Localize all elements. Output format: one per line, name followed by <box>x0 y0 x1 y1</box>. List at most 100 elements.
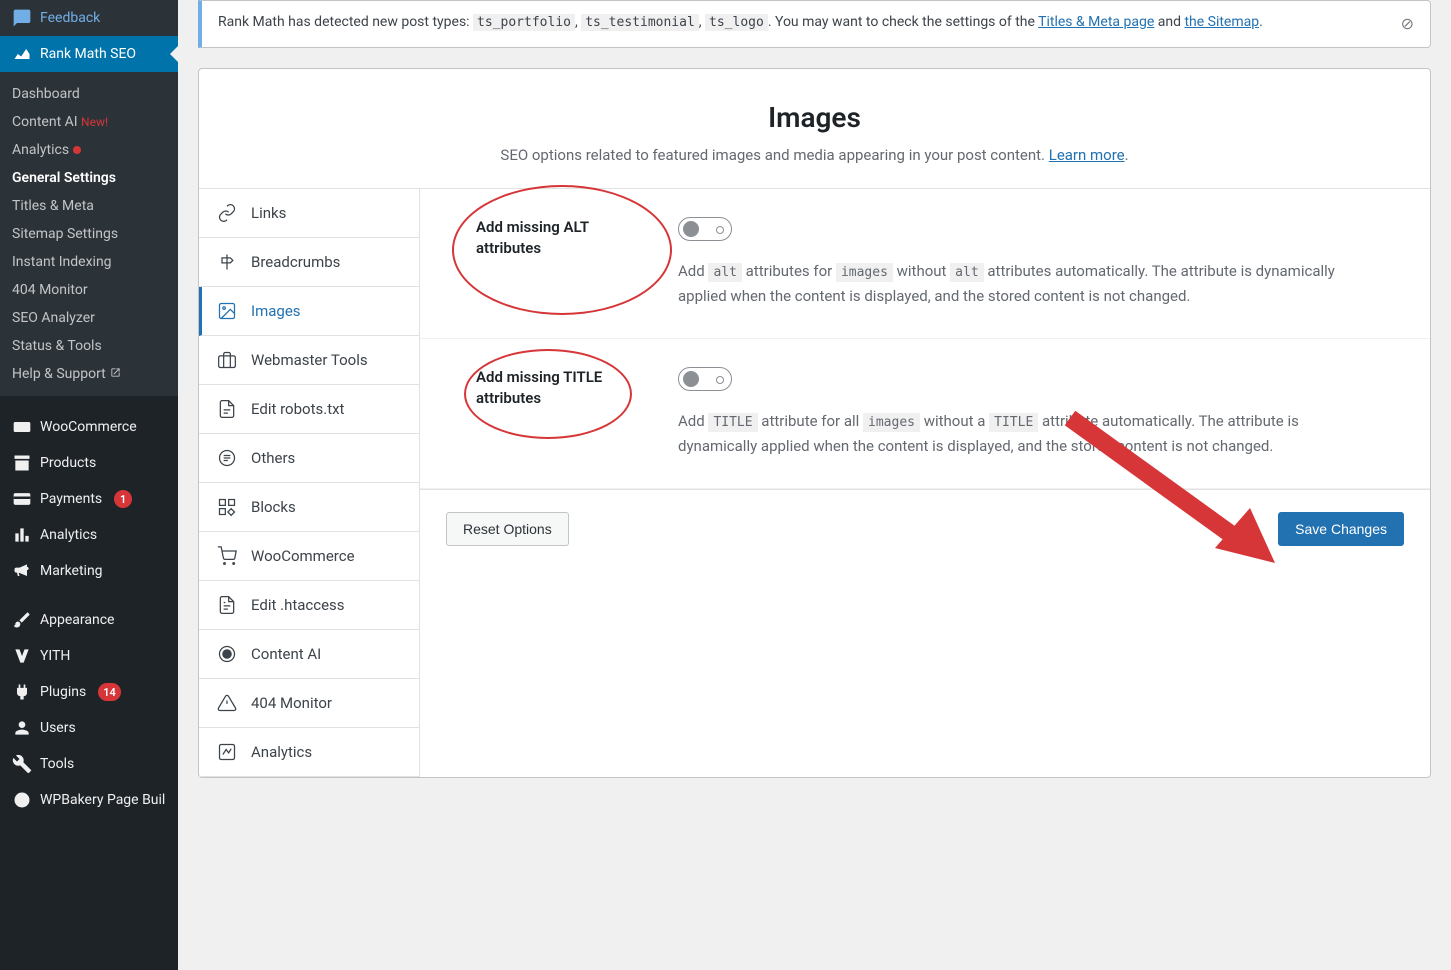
toggle-title-attributes[interactable] <box>678 367 732 391</box>
sidebar-item-appearance[interactable]: Appearance <box>0 602 178 638</box>
list-icon <box>217 448 237 468</box>
trending-up-icon <box>217 742 237 762</box>
submenu-status-tools[interactable]: Status & Tools <box>0 332 178 360</box>
toggle-alt-attributes[interactable] <box>678 217 732 241</box>
reset-options-button[interactable]: Reset Options <box>446 512 569 546</box>
tab-label: 404 Monitor <box>251 694 332 712</box>
tab-label: Blocks <box>251 498 296 516</box>
tab-content-ai[interactable]: Content AI <box>199 630 419 679</box>
sidebar-item-payments[interactable]: Payments 1 <box>0 481 178 517</box>
cart-icon <box>217 546 237 566</box>
sidebar-label: YITH <box>40 648 70 664</box>
new-badge: New! <box>81 115 108 129</box>
tab-htaccess[interactable]: Edit .htaccess <box>199 581 419 630</box>
learn-more-link[interactable]: Learn more <box>1049 146 1125 164</box>
megaphone-icon <box>12 561 32 581</box>
tab-label: Edit robots.txt <box>251 400 344 418</box>
setting-description: Add TITLE attribute for all images witho… <box>678 409 1374 460</box>
count-badge: 14 <box>98 683 121 701</box>
link-icon <box>217 203 237 223</box>
tab-webmaster[interactable]: Webmaster Tools <box>199 336 419 385</box>
briefcase-icon <box>217 350 237 370</box>
yith-icon <box>12 646 32 666</box>
setting-label: Add missing TITLE attributes <box>476 367 654 460</box>
tab-links[interactable]: Links <box>199 189 419 238</box>
ai-icon <box>217 644 237 664</box>
sidebar-label: Users <box>40 720 76 736</box>
submenu-sitemap[interactable]: Sitemap Settings <box>0 220 178 248</box>
settings-panel: Images SEO options related to featured i… <box>198 68 1431 778</box>
plug-icon <box>12 682 32 702</box>
titles-meta-link[interactable]: Titles & Meta page <box>1038 14 1154 30</box>
admin-notice: Rank Math has detected new post types: t… <box>198 0 1431 48</box>
sidebar-item-plugins[interactable]: Plugins 14 <box>0 674 178 710</box>
woocommerce-icon <box>12 417 32 437</box>
tab-content: Add missing ALT attributes Add alt attri… <box>420 189 1430 777</box>
sidebar-label: Marketing <box>40 563 103 579</box>
tab-robots[interactable]: Edit robots.txt <box>199 385 419 434</box>
blocks-icon <box>217 497 237 517</box>
sidebar-item-products[interactable]: Products <box>0 445 178 481</box>
submenu-general-settings[interactable]: General Settings <box>0 164 178 192</box>
alert-triangle-icon <box>217 693 237 713</box>
tab-blocks[interactable]: Blocks <box>199 483 419 532</box>
tab-label: WooCommerce <box>251 547 355 565</box>
submenu-404-monitor[interactable]: 404 Monitor <box>0 276 178 304</box>
tab-404-monitor[interactable]: 404 Monitor <box>199 679 419 728</box>
sidebar-label: Plugins <box>40 684 86 700</box>
tab-label: Webmaster Tools <box>251 351 368 369</box>
sidebar-label: Analytics <box>40 527 97 543</box>
notice-text: Rank Math has detected new post types: t… <box>218 11 1263 34</box>
sidebar-item-wpbakery[interactable]: WPBakery Page Builder <box>0 782 178 818</box>
tab-others[interactable]: Others <box>199 434 419 483</box>
external-link-icon <box>110 366 121 382</box>
rankmath-submenu: Dashboard Content AI New! Analytics Gene… <box>0 72 178 396</box>
submenu-content-ai[interactable]: Content AI New! <box>0 108 178 136</box>
notice-close-button[interactable]: ⊘ <box>1401 11 1414 37</box>
tab-analytics[interactable]: Analytics <box>199 728 419 777</box>
tab-label: Breadcrumbs <box>251 253 340 271</box>
sidebar-item-marketing[interactable]: Marketing <box>0 553 178 589</box>
submenu-titles-meta[interactable]: Titles & Meta <box>0 192 178 220</box>
tab-images[interactable]: Images <box>199 287 419 336</box>
sitemap-link[interactable]: the Sitemap <box>1184 14 1259 30</box>
submenu-analytics[interactable]: Analytics <box>0 136 178 164</box>
archive-icon <box>12 453 32 473</box>
sidebar-item-yith[interactable]: YITH <box>0 638 178 674</box>
sidebar-label: Tools <box>40 756 74 772</box>
person-icon <box>12 718 32 738</box>
sidebar-label: WPBakery Page Builder <box>40 792 166 808</box>
wpbakery-icon <box>12 790 32 810</box>
sidebar-label: Products <box>40 455 96 471</box>
sidebar-item-woocommerce[interactable]: WooCommerce <box>0 409 178 445</box>
sidebar-label: Appearance <box>40 612 114 628</box>
submenu-instant-indexing[interactable]: Instant Indexing <box>0 248 178 276</box>
setting-alt-attributes: Add missing ALT attributes Add alt attri… <box>420 189 1430 339</box>
panel-header: Images SEO options related to featured i… <box>199 69 1430 188</box>
tab-breadcrumbs[interactable]: Breadcrumbs <box>199 238 419 287</box>
tab-woocommerce[interactable]: WooCommerce <box>199 532 419 581</box>
sidebar-label: Payments <box>40 491 102 507</box>
tab-label: Others <box>251 449 295 467</box>
submenu-dashboard[interactable]: Dashboard <box>0 80 178 108</box>
tab-label: Images <box>251 302 301 320</box>
submenu-help-support[interactable]: Help & Support <box>0 360 178 388</box>
signpost-icon <box>217 252 237 272</box>
dot-indicator <box>73 146 81 154</box>
sidebar-label: WooCommerce <box>40 419 137 435</box>
sidebar-item-tools[interactable]: Tools <box>0 746 178 782</box>
panel-footer: Reset Options Save Changes <box>420 489 1430 568</box>
bar-chart-icon <box>12 525 32 545</box>
save-changes-button[interactable]: Save Changes <box>1278 512 1404 546</box>
file-icon <box>217 399 237 419</box>
sidebar-item-analytics[interactable]: Analytics <box>0 517 178 553</box>
file-text-icon <box>217 595 237 615</box>
setting-title-attributes: Add missing TITLE attributes Add TITLE a… <box>420 339 1430 489</box>
submenu-seo-analyzer[interactable]: SEO Analyzer <box>0 304 178 332</box>
wrench-icon <box>12 754 32 774</box>
sidebar-item-users[interactable]: Users <box>0 710 178 746</box>
rankmath-icon <box>12 44 32 64</box>
sidebar-item-feedback[interactable]: Feedback <box>0 0 178 36</box>
sidebar-item-rankmath[interactable]: Rank Math SEO <box>0 36 178 72</box>
settings-tabs-nav: Links Breadcrumbs Images Webmaster Tools… <box>199 189 420 777</box>
